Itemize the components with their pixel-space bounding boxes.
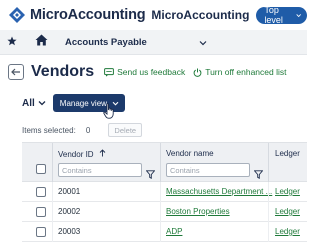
page-title: Vendors (31, 63, 95, 80)
table-row[interactable]: 20002 Boston Properties Ledger (22, 202, 307, 222)
vendor-name-filter-input[interactable]: Contains (166, 163, 250, 177)
chevron-down-icon (296, 13, 301, 17)
column-divider (268, 143, 269, 183)
app-header: MicroAccounting MicroAccounting Top leve… (0, 0, 307, 30)
vendors-table: Vendor ID Contains Vendor name Contains … (22, 142, 307, 242)
column-divider (52, 182, 53, 202)
arrow-left-icon (11, 68, 20, 76)
view-label: All (22, 97, 35, 109)
send-feedback-label: Send us feedback (117, 67, 186, 77)
column-divider (52, 202, 53, 222)
star-icon[interactable] (7, 33, 21, 51)
view-selector[interactable]: All (22, 98, 46, 109)
table-row[interactable]: 20001 Massachusetts Department ... Ledge… (22, 182, 307, 202)
turn-off-enhanced-list-link[interactable]: Turn off enhanced list (193, 67, 286, 77)
chevron-down-icon[interactable] (199, 33, 207, 51)
chevron-down-icon (38, 101, 46, 106)
view-toolbar: All Manage view (0, 93, 307, 113)
delete-button[interactable]: Delete (108, 123, 143, 137)
column-divider (268, 202, 269, 222)
column-divider (52, 222, 53, 242)
vendor-name-link[interactable]: Massachusetts Department ... (166, 187, 272, 196)
ledger-link[interactable]: Ledger (275, 187, 300, 196)
vendor-id-cell: 20001 (58, 187, 81, 196)
selection-bar: Items selected: 0 Delete (0, 122, 307, 138)
row-checkbox[interactable] (36, 207, 46, 217)
ledger-link[interactable]: Ledger (275, 227, 300, 236)
module-title[interactable]: Accounts Payable (65, 37, 147, 48)
module-nav-bar: Accounts Payable (0, 30, 307, 55)
filter-icon[interactable] (145, 166, 156, 179)
vendor-name-link[interactable]: Boston Properties (166, 207, 230, 216)
level-label: Top level (264, 5, 283, 25)
row-checkbox[interactable] (36, 227, 46, 237)
column-header-vendor-name[interactable]: Vendor name (166, 149, 214, 158)
home-icon[interactable] (35, 33, 51, 51)
back-button[interactable] (8, 64, 24, 80)
vendor-name-link[interactable]: ADP (166, 227, 182, 236)
ledger-link[interactable]: Ledger (275, 207, 300, 216)
select-all-checkbox[interactable] (36, 164, 46, 174)
table-header: Vendor ID Contains Vendor name Contains … (22, 142, 307, 183)
send-feedback-link[interactable]: Send us feedback (104, 67, 185, 77)
filter-icon[interactable] (253, 166, 264, 179)
sort-ascending-icon[interactable] (99, 149, 106, 157)
column-header-ledger[interactable]: Ledger (275, 149, 300, 158)
logo-text: MicroAccounting (30, 7, 146, 23)
feedback-icon (104, 67, 115, 77)
hand-cursor-icon (103, 103, 116, 119)
column-divider (160, 143, 161, 183)
column-divider (160, 222, 161, 242)
row-checkbox[interactable] (36, 187, 46, 197)
column-header-vendor-id[interactable]: Vendor ID (58, 149, 106, 159)
vendor-id-filter-input[interactable]: Contains (58, 163, 142, 177)
page-title-row: Vendors Send us feedback Turn off enhanc… (0, 58, 307, 86)
column-divider (52, 143, 53, 183)
manage-view-label: Manage view (59, 98, 107, 108)
logo-icon (8, 6, 26, 24)
company-name[interactable]: MicroAccounting (151, 8, 249, 22)
vendor-id-header-label: Vendor ID (58, 150, 94, 159)
power-icon (193, 68, 202, 77)
vendor-id-cell: 20003 (58, 227, 81, 236)
level-selector-button[interactable]: Top level (256, 5, 307, 25)
vendor-id-cell: 20002 (58, 207, 81, 216)
column-divider (268, 222, 269, 242)
column-divider (160, 182, 161, 202)
items-selected-count: 0 (85, 125, 91, 135)
table-row[interactable]: 20003 ADP Ledger (22, 222, 307, 242)
turn-off-enhanced-list-label: Turn off enhanced list (205, 67, 287, 77)
column-divider (160, 202, 161, 222)
items-selected-label: Items selected: (22, 125, 76, 135)
column-divider (268, 182, 269, 202)
